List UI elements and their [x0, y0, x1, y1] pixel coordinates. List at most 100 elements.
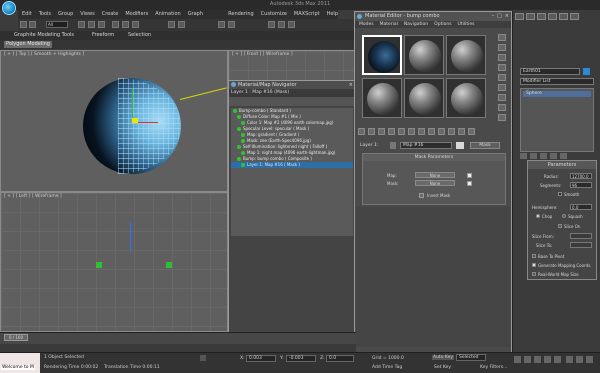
pick-material-icon[interactable] — [390, 142, 396, 149]
material-map-navigator-icon[interactable] — [498, 114, 506, 121]
x-coordinate-field[interactable]: 0.003 — [246, 355, 276, 362]
material-editor-icon[interactable] — [268, 21, 275, 28]
go-to-end-icon[interactable] — [554, 356, 561, 363]
material-slot-4[interactable] — [362, 78, 402, 118]
assign-material-icon[interactable] — [378, 128, 385, 135]
options-icon[interactable] — [498, 94, 506, 101]
radius-spinner[interactable]: 12700.0 — [570, 173, 592, 179]
slice-from-spinner[interactable] — [570, 233, 592, 239]
menu-views[interactable]: Views — [80, 10, 94, 19]
go-to-parent-icon[interactable] — [458, 128, 465, 135]
make-preview-icon[interactable] — [498, 84, 506, 91]
select-icon[interactable] — [78, 21, 85, 28]
remove-modifier-icon[interactable] — [550, 153, 557, 159]
redo-icon[interactable] — [29, 21, 36, 28]
zoom-icon[interactable] — [566, 356, 573, 363]
map-slot-button[interactable]: None — [415, 172, 455, 178]
invert-mask-checkbox[interactable] — [419, 193, 424, 198]
minimize-icon[interactable]: – — [492, 12, 495, 21]
time-slider-track[interactable] — [0, 332, 356, 344]
menu-edit[interactable]: Edit — [22, 10, 32, 19]
viewport-left-label[interactable]: [ + ] [ Left ] [ Wireframe ] — [4, 194, 62, 199]
mirror-icon[interactable] — [218, 21, 225, 28]
close-icon[interactable]: × — [505, 12, 509, 21]
map-name-input[interactable]: Map #16 — [400, 142, 452, 149]
display-tab-icon[interactable] — [559, 13, 568, 20]
tab-freeform[interactable]: Freeform — [92, 32, 114, 38]
close-icon[interactable]: × — [349, 81, 353, 89]
backlight-icon[interactable] — [498, 44, 506, 51]
viewport-left[interactable]: [ + ] [ Left ] [ Wireframe ] — [0, 192, 228, 332]
slice-on-checkbox[interactable] — [558, 224, 562, 228]
region-select-icon[interactable] — [98, 21, 105, 28]
material-editor-title-bar[interactable]: Material Editor - bump combo – □ × — [355, 12, 511, 21]
show-end-result-icon[interactable] — [448, 128, 455, 135]
go-forward-to-sibling-icon[interactable] — [468, 128, 475, 135]
chop-radio[interactable] — [536, 214, 540, 218]
modify-tab-icon[interactable] — [526, 13, 535, 20]
play-icon[interactable] — [534, 356, 541, 363]
parameters-title[interactable]: Parameters — [528, 161, 596, 169]
polygon-modeling-button[interactable]: Polygon Modeling — [4, 41, 52, 48]
mask-enable-checkbox[interactable] — [467, 181, 472, 186]
object-name-field[interactable]: Earth01 — [520, 68, 580, 75]
material-id-channel-icon[interactable] — [428, 128, 435, 135]
segments-spinner[interactable]: 96 — [570, 182, 592, 188]
time-slider-handle[interactable]: 0 / 100 — [4, 334, 28, 341]
menu-tools[interactable]: Tools — [39, 10, 51, 19]
create-tab-icon[interactable] — [515, 13, 524, 20]
menu-rendering[interactable]: Rendering — [228, 10, 254, 19]
hierarchy-tab-icon[interactable] — [537, 13, 546, 20]
motion-tab-icon[interactable] — [548, 13, 557, 20]
scale-icon[interactable] — [132, 21, 139, 28]
selection-filter-dropdown[interactable]: All — [46, 21, 68, 28]
make-unique-icon[interactable] — [408, 128, 415, 135]
material-slot-6[interactable] — [446, 78, 486, 118]
gizmo-plane-handle[interactable] — [132, 118, 138, 123]
render-icon[interactable] — [288, 21, 295, 28]
slice-to-spinner[interactable] — [570, 242, 592, 248]
material-slot-2[interactable] — [404, 35, 444, 75]
sample-uv-tiling-icon[interactable] — [498, 64, 506, 71]
light-object-icon[interactable] — [96, 262, 102, 268]
menu-graph-editors[interactable]: Graph Editors — [188, 10, 221, 26]
maxscript-listener[interactable]: Welcome to M — [0, 353, 40, 373]
tab-graphite-modeling-tools[interactable]: Graphite Modeling Tools — [14, 32, 74, 38]
key-filters-button[interactable]: Key Filters... — [480, 365, 507, 370]
menu-options[interactable]: Options — [434, 21, 451, 28]
orbit-icon[interactable] — [586, 356, 593, 363]
put-to-library-icon[interactable] — [418, 128, 425, 135]
menu-material[interactable]: Material — [380, 21, 398, 28]
reset-map-icon[interactable] — [388, 128, 395, 135]
modifier-stack-item[interactable]: Sphere — [523, 91, 591, 97]
select-by-material-icon[interactable] — [498, 104, 506, 111]
add-time-tag[interactable]: Add Time Tag — [372, 365, 402, 370]
navigator-title-bar[interactable]: Material/Map Navigator × — [229, 81, 355, 89]
menu-group[interactable]: Group — [58, 10, 73, 19]
squash-radio[interactable] — [562, 214, 566, 218]
previous-frame-icon[interactable] — [524, 356, 531, 363]
menu-animation[interactable]: Animation — [155, 10, 181, 19]
rollout-title[interactable]: Mask Parameters — [363, 154, 505, 161]
material-slot-1[interactable] — [362, 35, 402, 75]
get-material-icon[interactable] — [358, 128, 365, 135]
base-to-pivot-checkbox[interactable] — [532, 254, 536, 258]
go-to-start-icon[interactable] — [514, 356, 521, 363]
rotate-icon[interactable] — [122, 21, 129, 28]
hemisphere-spinner[interactable]: 0.0 — [570, 204, 592, 210]
angle-snap-icon[interactable] — [178, 21, 185, 28]
show-map-in-viewport-icon[interactable] — [438, 128, 445, 135]
pan-icon[interactable] — [576, 356, 583, 363]
track-bar[interactable] — [0, 344, 356, 352]
menu-modes[interactable]: Modes — [359, 21, 374, 28]
smooth-checkbox[interactable] — [558, 192, 562, 196]
move-icon[interactable] — [112, 21, 119, 28]
render-setup-icon[interactable] — [278, 21, 285, 28]
app-logo-icon[interactable] — [2, 1, 16, 15]
mask-slot-button[interactable]: None — [415, 180, 455, 186]
next-frame-icon[interactable] — [544, 356, 551, 363]
menu-create[interactable]: Create — [102, 10, 119, 19]
configure-modifier-sets-icon[interactable] — [560, 153, 567, 159]
camera-object-icon[interactable] — [166, 262, 172, 268]
lock-selection-icon[interactable] — [200, 355, 206, 361]
